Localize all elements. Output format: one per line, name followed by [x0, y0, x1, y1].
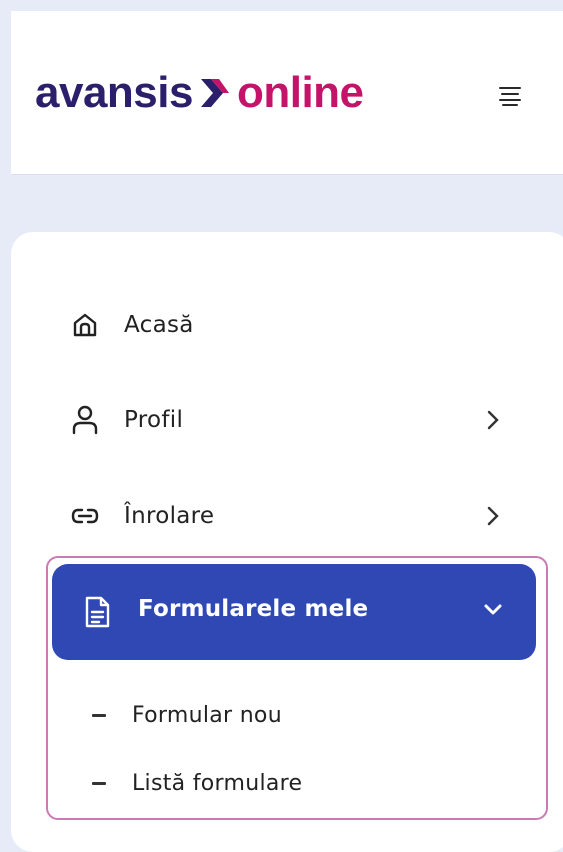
- sidebar-item-label: Acasă: [124, 312, 194, 338]
- sidebar-item-home[interactable]: Acasă: [70, 305, 194, 345]
- menu-toggle-icon[interactable]: [499, 87, 521, 106]
- chevron-right-icon[interactable]: [485, 505, 501, 527]
- brand-logo[interactable]: avansis online: [35, 63, 364, 123]
- dash-bullet-icon: [92, 713, 106, 717]
- sidebar-item-label: Înrolare: [124, 503, 215, 529]
- sidebar-item-label: Profil: [124, 407, 184, 433]
- user-icon: [70, 405, 100, 435]
- submenu-item-new-form[interactable]: Formular nou: [92, 697, 282, 733]
- submenu-item-label: Listă formulare: [132, 770, 303, 796]
- sidebar-item-profile[interactable]: Profil: [70, 400, 183, 440]
- logo-word-online: online: [236, 68, 364, 117]
- app-header: avansis online: [11, 11, 563, 175]
- link-icon: [70, 501, 100, 531]
- submenu-item-form-list[interactable]: Listă formulare: [92, 765, 302, 801]
- logo-chevron-icon: [200, 79, 229, 107]
- chevron-right-icon[interactable]: [485, 409, 501, 431]
- logo-word-avansis: avansis: [35, 68, 193, 117]
- sidebar-item-label: Formularele mele: [138, 596, 369, 622]
- submenu-item-label: Formular nou: [132, 702, 282, 728]
- dash-bullet-icon: [92, 781, 106, 785]
- document-icon: [85, 596, 110, 628]
- sidebar-item-my-forms[interactable]: Formularele mele: [52, 564, 536, 660]
- sidebar-item-enrollment[interactable]: Înrolare: [70, 496, 214, 536]
- chevron-down-icon[interactable]: [482, 602, 504, 618]
- home-icon: [70, 310, 100, 340]
